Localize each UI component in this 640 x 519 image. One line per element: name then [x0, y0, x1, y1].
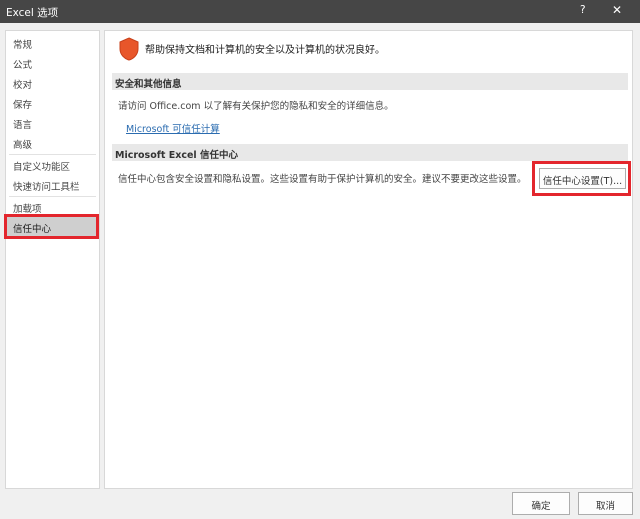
window-title: Excel 选项	[6, 7, 59, 19]
trustworthy-computing-link[interactable]: Microsoft 可信任计算	[126, 121, 220, 135]
main-panel: 帮助保持文档和计算机的安全以及计算机的状况良好。 安全和其他信息 请访问 Off…	[104, 30, 633, 489]
highlight-box	[532, 161, 631, 196]
close-button[interactable]: ✕	[612, 3, 622, 17]
section-header-trust-center: Microsoft Excel 信任中心	[112, 144, 628, 161]
sidebar-item-proofing[interactable]: 校对	[7, 73, 98, 93]
ok-button[interactable]: 确定	[512, 492, 570, 515]
help-button[interactable]: ?	[580, 4, 586, 16]
title-bar: Excel 选项 ? ✕	[0, 0, 640, 23]
sidebar-item-general[interactable]: 常规	[7, 33, 98, 53]
section-header-security: 安全和其他信息	[112, 73, 628, 90]
sidebar-item-save[interactable]: 保存	[7, 93, 98, 113]
sidebar: 常规 公式 校对 保存 语言 高级 自定义功能区 快速访问工具栏 加载项 信任中…	[5, 30, 100, 489]
trust-center-text: 信任中心包含安全设置和隐私设置。这些设置有助于保护计算机的安全。建议不要更改这些…	[118, 174, 527, 185]
sidebar-item-quick-access-toolbar[interactable]: 快速访问工具栏	[7, 175, 98, 195]
shield-icon	[119, 37, 139, 61]
highlight-box	[4, 214, 99, 239]
sidebar-item-formulas[interactable]: 公式	[7, 53, 98, 73]
security-info-text: 请访问 Office.com 以了解有关保护您的隐私和安全的详细信息。	[118, 101, 394, 112]
sidebar-item-advanced[interactable]: 高级	[7, 133, 98, 153]
sidebar-item-customize-ribbon[interactable]: 自定义功能区	[7, 155, 98, 175]
cancel-button[interactable]: 取消	[578, 492, 633, 515]
intro-text: 帮助保持文档和计算机的安全以及计算机的状况良好。	[145, 45, 385, 56]
sidebar-item-language[interactable]: 语言	[7, 113, 98, 133]
